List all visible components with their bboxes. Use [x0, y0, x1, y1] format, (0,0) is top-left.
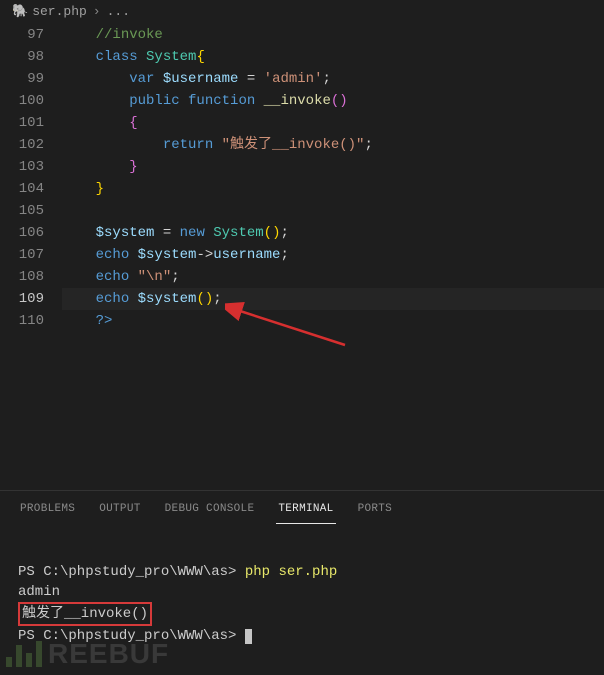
breadcrumb[interactable]: 🐘 ser.php › ...	[0, 0, 604, 22]
line-number-gutter: 979899100101102103104105106107108109110	[0, 24, 62, 332]
code-line[interactable]: public function __invoke()	[62, 90, 604, 112]
line-number: 103	[0, 156, 44, 178]
code-line[interactable]: class System{	[62, 46, 604, 68]
code-line[interactable]: echo $system->username;	[62, 244, 604, 266]
terminal-highlight-box: 触发了__invoke()	[18, 602, 152, 626]
terminal-output[interactable]: PS C:\phpstudy_pro\WWW\as> php ser.php a…	[0, 524, 604, 666]
breadcrumb-more[interactable]: ...	[107, 4, 130, 19]
terminal-line: admin	[18, 584, 60, 600]
code-line[interactable]: }	[62, 178, 604, 200]
bottom-panel: PROBLEMS OUTPUT DEBUG CONSOLE TERMINAL PORTS…	[0, 490, 604, 675]
line-number: 110	[0, 310, 44, 332]
code-line[interactable]: $system = new System();	[62, 222, 604, 244]
breadcrumb-file[interactable]: ser.php	[32, 4, 87, 19]
panel-tab-output[interactable]: OUTPUT	[97, 499, 142, 524]
code-line[interactable]: echo "\n";	[62, 266, 604, 288]
line-number: 99	[0, 68, 44, 90]
panel-tab-terminal[interactable]: TERMINAL	[276, 499, 335, 524]
panel-tab-bar: PROBLEMS OUTPUT DEBUG CONSOLE TERMINAL PORTS	[0, 491, 604, 524]
code-line[interactable]: }	[62, 156, 604, 178]
code-line[interactable]: return "触发了__invoke()";	[62, 134, 604, 156]
php-file-icon: 🐘	[12, 4, 28, 19]
terminal-prompt: PS C:\phpstudy_pro\WWW\as>	[18, 564, 245, 580]
line-number: 109	[0, 288, 44, 310]
panel-tab-debug-console[interactable]: DEBUG CONSOLE	[163, 499, 257, 524]
panel-tab-ports[interactable]: PORTS	[356, 499, 395, 524]
line-number: 98	[0, 46, 44, 68]
panel-tab-problems[interactable]: PROBLEMS	[18, 499, 77, 524]
line-number: 101	[0, 112, 44, 134]
line-number: 97	[0, 24, 44, 46]
terminal-command: php ser.php	[245, 564, 337, 580]
code-line[interactable]: ?>	[62, 310, 604, 332]
code-line[interactable]: echo $system();	[62, 288, 604, 310]
line-number: 105	[0, 200, 44, 222]
code-line[interactable]: //invoke	[62, 24, 604, 46]
line-number: 108	[0, 266, 44, 288]
code-editor[interactable]: 979899100101102103104105106107108109110 …	[0, 22, 604, 332]
line-number: 106	[0, 222, 44, 244]
line-number: 107	[0, 244, 44, 266]
code-line[interactable]: var $username = 'admin';	[62, 68, 604, 90]
code-content[interactable]: //invoke class System{ var $username = '…	[62, 24, 604, 332]
line-number: 100	[0, 90, 44, 112]
code-line[interactable]: {	[62, 112, 604, 134]
line-number: 102	[0, 134, 44, 156]
terminal-prompt: PS C:\phpstudy_pro\WWW\as>	[18, 628, 245, 644]
line-number: 104	[0, 178, 44, 200]
code-line[interactable]	[62, 200, 604, 222]
terminal-cursor	[245, 629, 252, 644]
chevron-right-icon: ›	[93, 4, 101, 19]
